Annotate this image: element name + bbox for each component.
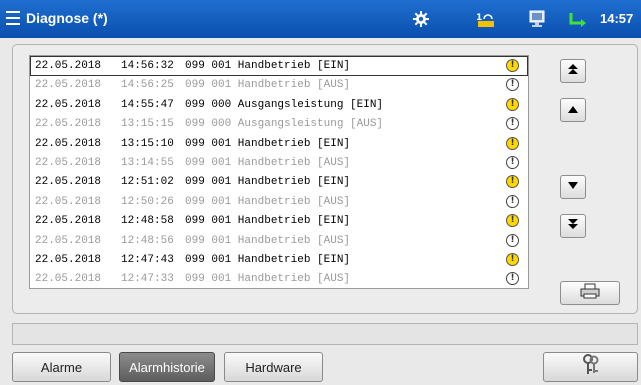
alarm-time: 13:14:55 xyxy=(121,157,174,169)
alarm-time: 12:50:26 xyxy=(121,195,174,208)
alarm-history-list[interactable]: 22.05.2018 14:56:32 099 001 Handbetrieb [E… xyxy=(29,55,529,289)
printer-icon xyxy=(580,283,600,304)
scroll-bottom-icon xyxy=(567,217,579,235)
scroll-up-icon xyxy=(567,101,579,119)
alarm-date: 22.05.2018 xyxy=(35,273,102,286)
tab-label: Hardware xyxy=(245,359,302,375)
alarm-row[interactable]: 22.05.2018 12:50:26 099 001 Handbetrieb [A… xyxy=(30,192,528,212)
keys-icon xyxy=(581,353,601,381)
alarm-row[interactable]: 22.05.2018 12:51:02 099 001 Handbetrieb [E… xyxy=(30,172,528,192)
alarm-row[interactable]: 22.05.2018 13:15:10 099 001 Handbetrieb [E… xyxy=(30,134,528,154)
warning-active-icon: ! xyxy=(506,214,519,228)
network-connection-icon[interactable] xyxy=(567,9,589,29)
tab-label: Alarme xyxy=(40,359,83,375)
warning-inactive-icon: ! xyxy=(506,117,519,131)
warning-inactive-icon: ! xyxy=(506,78,519,92)
alarm-time: 12:48:56 xyxy=(121,234,174,247)
alarm-date: 22.05.2018 xyxy=(35,118,102,131)
tab-alarme[interactable]: Alarme xyxy=(12,352,111,382)
title-bar: Diagnose (*) 1 14:57 xyxy=(0,0,641,38)
alarm-row[interactable]: 22.05.2018 12:48:58 099 001 Handbetrieb [E… xyxy=(30,211,528,231)
scroll-down-button[interactable] xyxy=(560,175,586,199)
alarm-date: 22.05.2018 xyxy=(35,137,102,150)
alarm-message: 099 001 Handbetrieb [AUS] xyxy=(185,234,351,247)
warning-inactive-icon: ! xyxy=(506,272,519,286)
alarm-date: 22.05.2018 xyxy=(35,215,102,228)
alarm-date: 22.05.2018 xyxy=(35,234,102,247)
alarm-date: 22.05.2018 xyxy=(35,60,102,72)
alarm-row[interactable]: 22.05.2018 14:56:25 099 001 Handbetrieb [A… xyxy=(30,75,528,95)
operator-level-icon[interactable]: 1 xyxy=(475,9,497,29)
alarm-time: 12:51:02 xyxy=(121,176,174,189)
alarm-time: 14:55:47 xyxy=(121,98,174,111)
alarm-message: 099 001 Handbetrieb [EIN] xyxy=(185,254,351,266)
alarm-row[interactable]: 22.05.2018 14:55:47 099 000 Ausgangsleistu… xyxy=(30,95,528,115)
alarm-date: 22.05.2018 xyxy=(35,195,102,208)
alarm-message: 099 000 Ausgangsleistung [AUS] xyxy=(185,118,384,131)
scroll-down-icon xyxy=(567,178,579,196)
alarm-row[interactable]: 22.05.2018 12:47:33 099 001 Handbetrieb [A… xyxy=(30,269,528,288)
warning-inactive-icon: ! xyxy=(506,194,519,208)
scroll-bottom-button[interactable] xyxy=(560,214,586,238)
warning-active-icon: ! xyxy=(506,59,519,72)
alarm-date: 22.05.2018 xyxy=(35,157,102,169)
alarm-time: 14:56:25 xyxy=(121,79,174,92)
alarm-time: 13:15:15 xyxy=(121,118,174,131)
alarm-date: 22.05.2018 xyxy=(35,79,102,92)
print-button[interactable] xyxy=(560,281,620,305)
alarm-row[interactable]: 22.05.2018 12:47:43 099 001 Handbetrieb [E… xyxy=(30,250,528,270)
tab-label: Alarmhistorie xyxy=(129,359,205,375)
clock: 14:57 xyxy=(600,11,634,26)
warning-active-icon: ! xyxy=(506,175,519,189)
alarm-message: 099 000 Ausgangsleistung [EIN] xyxy=(185,98,384,111)
settings-gear-icon[interactable] xyxy=(410,9,432,29)
warning-active-icon: ! xyxy=(506,97,519,111)
alarm-time: 13:15:10 xyxy=(121,137,174,150)
alarm-date: 22.05.2018 xyxy=(35,254,102,266)
alarm-message: 099 001 Handbetrieb [AUS] xyxy=(185,157,351,169)
alarm-time: 12:47:43 xyxy=(121,254,174,266)
alarm-row[interactable]: 22.05.2018 13:15:15 099 000 Ausgangsleistu… xyxy=(30,114,528,134)
page-title: Diagnose (*) xyxy=(26,10,108,26)
menu-icon[interactable] xyxy=(6,11,20,25)
scroll-top-icon xyxy=(567,62,579,80)
alarm-time: 14:56:32 xyxy=(121,60,174,72)
tab-alarmhistorie[interactable]: Alarmhistorie xyxy=(119,352,215,382)
alarm-row[interactable]: 22.05.2018 13:14:55 099 001 Handbetrieb [A… xyxy=(30,153,528,173)
monitor-icon[interactable] xyxy=(526,9,548,29)
login-button[interactable] xyxy=(543,352,638,382)
scroll-up-button[interactable] xyxy=(560,98,586,122)
warning-inactive-icon: ! xyxy=(506,156,519,169)
alarm-row[interactable]: 22.05.2018 12:48:56 099 001 Handbetrieb [A… xyxy=(30,231,528,251)
alarm-message: 099 001 Handbetrieb [AUS] xyxy=(185,273,351,286)
warning-inactive-icon: ! xyxy=(506,233,519,247)
alarm-message: 099 001 Handbetrieb [AUS] xyxy=(185,195,351,208)
alarm-date: 22.05.2018 xyxy=(35,176,102,189)
warning-active-icon: ! xyxy=(506,136,519,150)
alarm-time: 12:48:58 xyxy=(121,215,174,228)
alarm-message: 099 001 Handbetrieb [AUS] xyxy=(185,79,351,92)
alarm-row[interactable]: 22.05.2018 14:56:32 099 001 Handbetrieb [E… xyxy=(30,56,528,76)
alarm-date: 22.05.2018 xyxy=(35,98,102,111)
tab-hardware[interactable]: Hardware xyxy=(224,352,323,382)
warning-active-icon: ! xyxy=(506,253,519,266)
alarm-message: 099 001 Handbetrieb [EIN] xyxy=(185,60,351,72)
alarm-message: 099 001 Handbetrieb [EIN] xyxy=(185,215,351,228)
alarm-message: 099 001 Handbetrieb [EIN] xyxy=(185,176,351,189)
status-bar xyxy=(12,323,638,345)
alarm-message: 099 001 Handbetrieb [EIN] xyxy=(185,137,351,150)
scroll-top-button[interactable] xyxy=(560,59,586,83)
alarm-time: 12:47:33 xyxy=(121,273,174,286)
